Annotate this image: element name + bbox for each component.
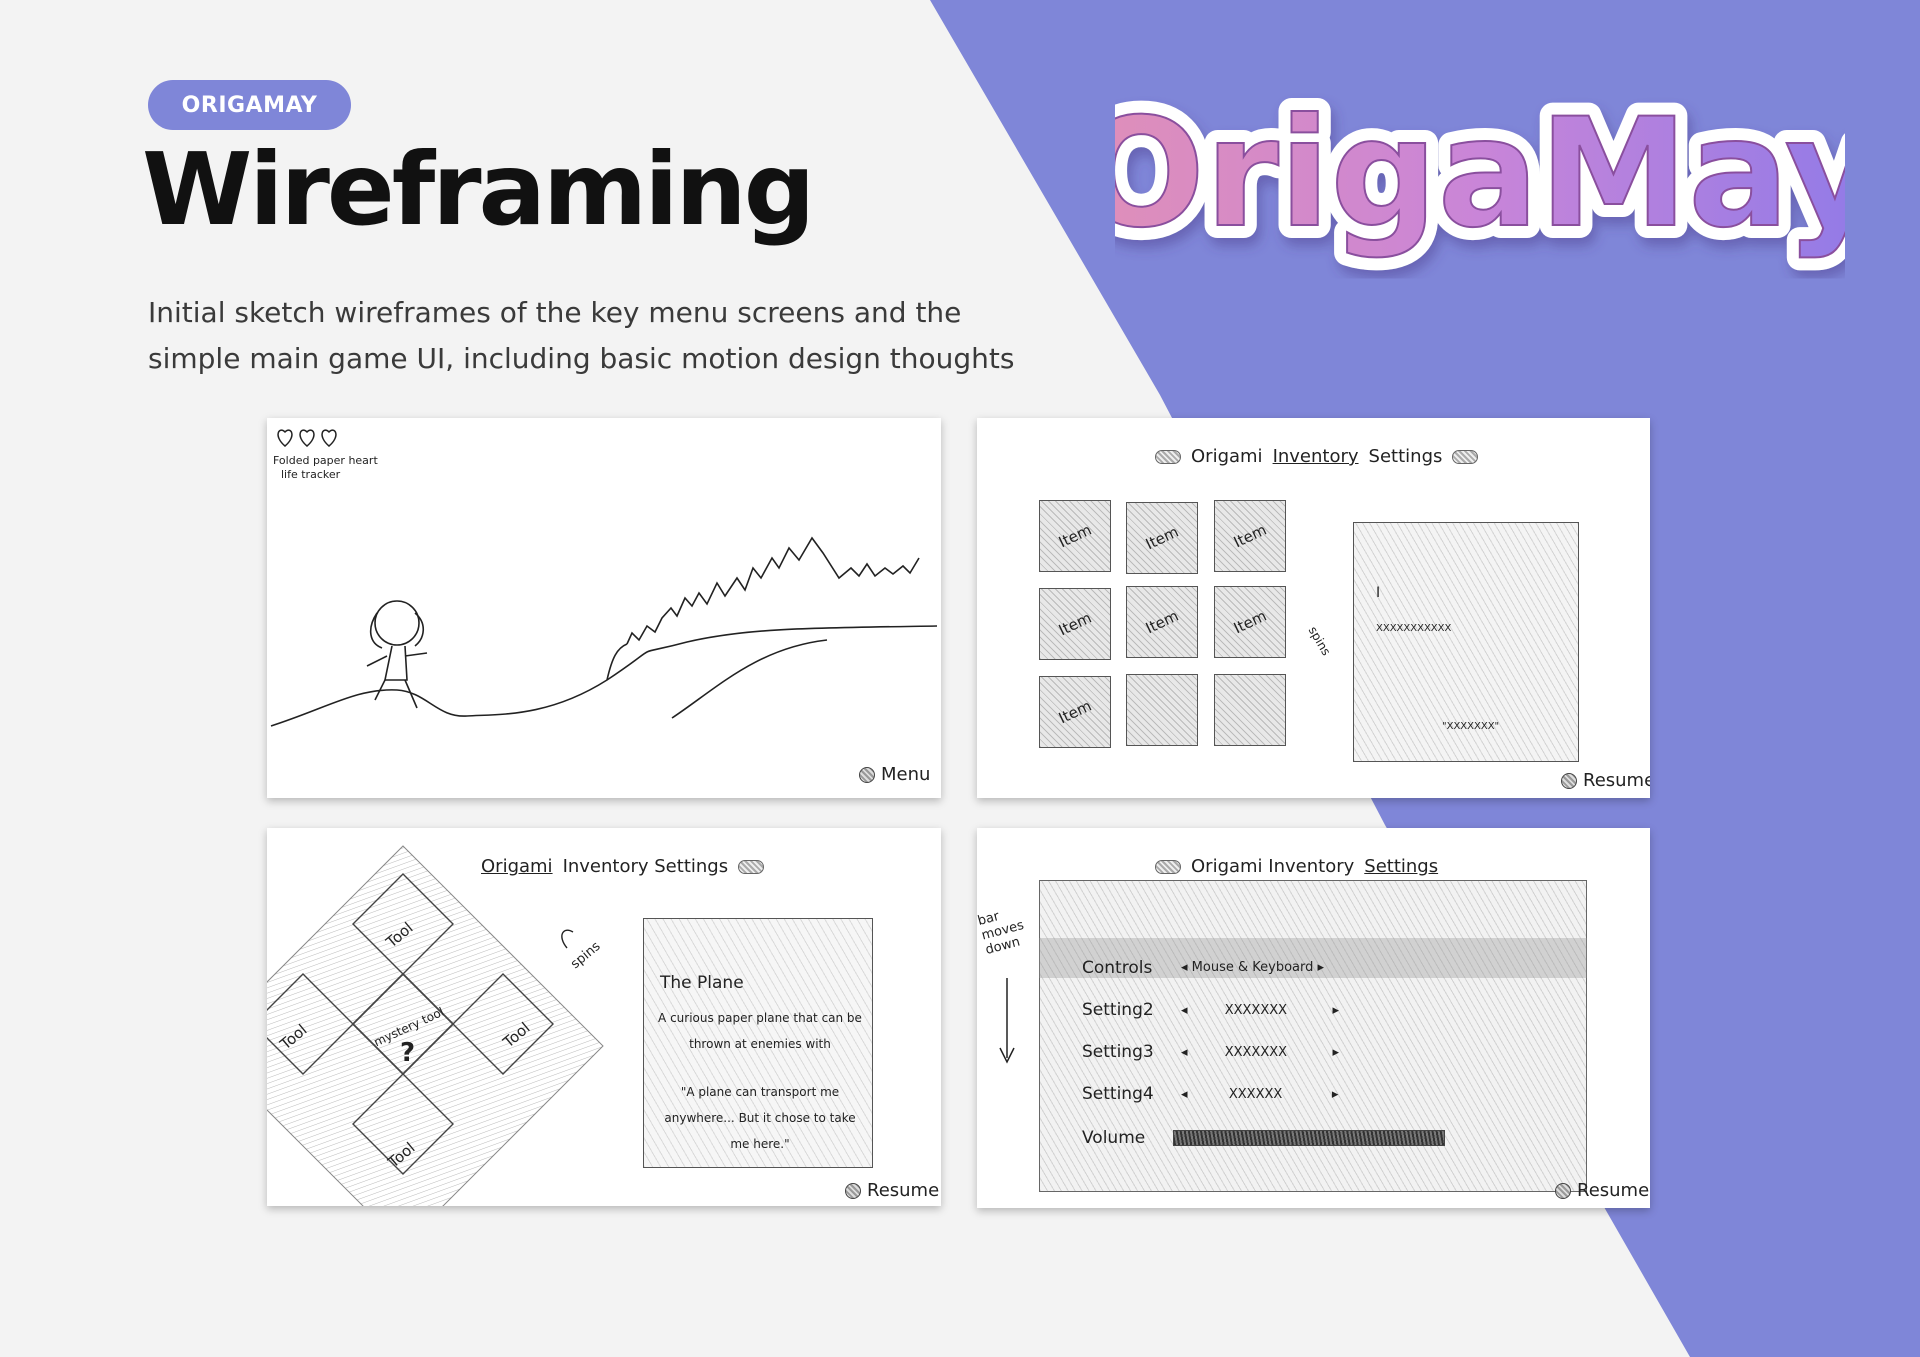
- resume-label: Resume: [1577, 1180, 1650, 1201]
- heart-note-2: life tracker: [281, 468, 341, 481]
- title-prefix: Origami: [1191, 446, 1263, 467]
- inventory-slot[interactable]: Item: [1126, 586, 1198, 658]
- inventory-slot[interactable]: [1126, 674, 1198, 746]
- inventory-slot[interactable]: Item: [1214, 586, 1286, 658]
- item-description: A curious paper plane that can be thrown…: [658, 1011, 862, 1051]
- heart-note: Folded paper heart: [273, 454, 378, 467]
- resume-label: Resume: [867, 1180, 940, 1201]
- title-tab-active[interactable]: Settings: [1364, 856, 1438, 877]
- title-prefix[interactable]: Origami Inventory: [1191, 856, 1354, 877]
- logo-text: OrigaMay: [1115, 87, 1845, 261]
- volume-slider[interactable]: [1173, 1130, 1445, 1146]
- bar-note: bar moves down: [977, 908, 1026, 958]
- page-title: Wireframing: [142, 131, 815, 248]
- title-tab-active[interactable]: Inventory: [1273, 446, 1359, 467]
- item-name: The Plane: [660, 973, 744, 993]
- setting-label-controls: Controls: [1082, 958, 1153, 978]
- wireframe-inventory: Origami Inventory Settings Item Item Ite…: [977, 418, 1650, 798]
- inventory-slot[interactable]: [1214, 674, 1286, 746]
- cloud-icon: [1155, 859, 1181, 874]
- origami-title: Origami Inventory Settings: [481, 856, 765, 877]
- item-quote: "A plane can transport me anywhere... Bu…: [664, 1085, 856, 1151]
- menu-circle-icon: [859, 766, 875, 783]
- title-rest[interactable]: Inventory Settings: [563, 856, 729, 877]
- resume-button[interactable]: Resume: [1555, 1180, 1649, 1201]
- resume-circle-icon: [845, 1182, 861, 1199]
- inventory-title: Origami Inventory Settings: [1155, 446, 1479, 467]
- setting-value-3[interactable]: ◂ XXXXXXX ▸: [1181, 1045, 1339, 1060]
- setting-label-3: Setting3: [1082, 1042, 1154, 1062]
- category-badge: ORIGAMAY: [148, 80, 351, 130]
- inventory-slot[interactable]: Item: [1039, 676, 1111, 748]
- setting-value-4[interactable]: ◂ XXXXXX ▸: [1181, 1087, 1338, 1102]
- heart-icons: [277, 429, 337, 447]
- resume-circle-icon: [1561, 772, 1577, 789]
- cloud-icon: [1452, 449, 1479, 464]
- arrow-down-icon: [999, 978, 1015, 1064]
- origamay-logo: OrigaMay OrigaMay: [1064, 55, 1895, 285]
- resume-circle-icon: [1555, 1182, 1571, 1199]
- resume-label: Resume: [1583, 770, 1650, 791]
- wireframe-origami-tools: Tool Tool Tool Tool mystery tool ? spins…: [267, 828, 941, 1206]
- panel-mark: I: [1376, 585, 1381, 601]
- tool-detail-panel: The Plane A curious paper plane that can…: [643, 918, 873, 1168]
- cloud-icon: [1155, 449, 1181, 464]
- spins-note: spins: [1305, 624, 1334, 658]
- setting-label-4: Setting4: [1082, 1084, 1154, 1104]
- inventory-slot[interactable]: Item: [1039, 588, 1111, 660]
- setting-value-2[interactable]: ◂ XXXXXXX ▸: [1181, 1003, 1339, 1018]
- panel-quote: "XXXXXXX": [1442, 721, 1500, 732]
- title-suffix[interactable]: Settings: [1369, 446, 1443, 467]
- setting-value-controls[interactable]: ◂ Mouse & Keyboard ▸: [1181, 960, 1324, 975]
- cloud-icon: [738, 859, 765, 874]
- settings-title: Origami Inventory Settings: [1155, 856, 1438, 877]
- resume-button[interactable]: Resume: [1561, 770, 1650, 791]
- setting-label-2: Setting2: [1082, 1000, 1154, 1020]
- wireframe-game-ui: Folded paper heart life tracker Menu: [267, 418, 941, 798]
- inventory-slot[interactable]: Item: [1039, 500, 1111, 572]
- inventory-slot[interactable]: Item: [1126, 502, 1198, 574]
- menu-button[interactable]: Menu: [859, 764, 930, 785]
- question-mark-icon[interactable]: ?: [400, 1038, 415, 1068]
- title-tab-active[interactable]: Origami: [481, 856, 553, 877]
- page-subtitle: Initial sketch wireframes of the key men…: [148, 296, 1015, 375]
- item-detail-panel: I XXXXXXXXXXX "XXXXXXX": [1353, 522, 1579, 762]
- menu-label: Menu: [881, 764, 931, 785]
- panel-line: XXXXXXXXXXX: [1376, 623, 1452, 634]
- wireframe-settings: Origami Inventory Settings bar moves dow…: [977, 828, 1650, 1208]
- setting-label-volume: Volume: [1082, 1128, 1146, 1148]
- inventory-slot[interactable]: Item: [1214, 500, 1286, 572]
- game-sketch: [270, 429, 938, 727]
- resume-button[interactable]: Resume: [845, 1180, 939, 1201]
